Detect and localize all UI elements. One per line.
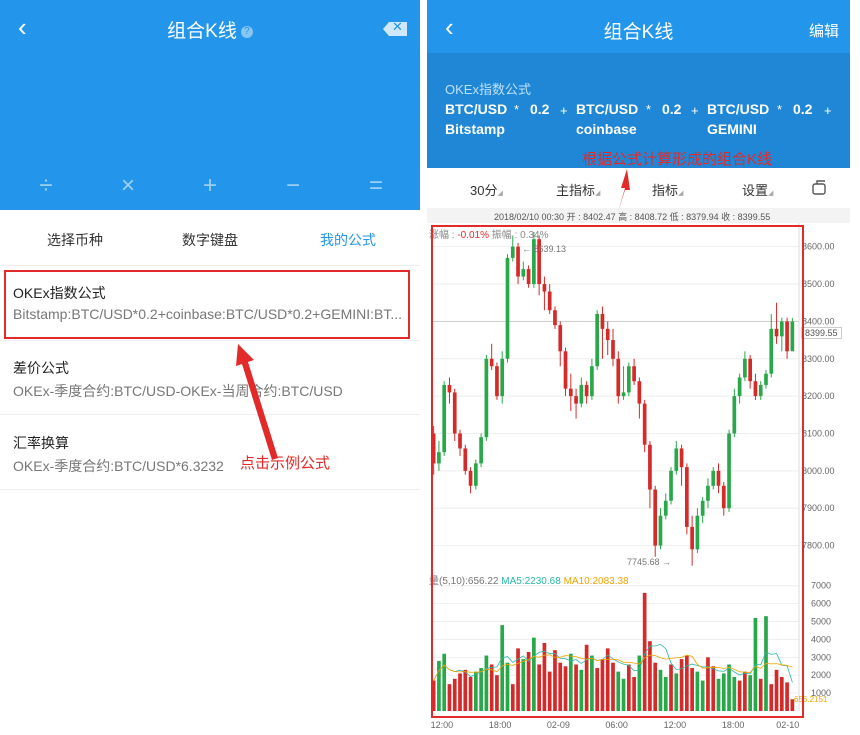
price-axis-label: 8100.00: [802, 428, 835, 438]
divide-key[interactable]: ÷: [26, 172, 66, 200]
annotation-combined-kline: 根据公式计算形成的组合K线: [582, 151, 773, 168]
time-axis-label: 06:00: [605, 720, 628, 730]
tab-bar: 选择币种 数字键盘 我的公式: [0, 210, 420, 266]
multiply-sign: *: [777, 102, 783, 117]
last-price-tag: 8399.55: [801, 327, 842, 339]
price-axis-label: 8600.00: [802, 242, 835, 252]
time-axis-label: 12:00: [664, 720, 687, 730]
settings-selector[interactable]: 设置◢: [742, 180, 773, 199]
time-axis-label: 02-09: [547, 720, 570, 730]
volume-axis-label: 3000: [811, 652, 831, 662]
dropdown-icon: ◢: [497, 190, 503, 197]
multiply-sign: *: [646, 102, 652, 117]
time-axis-label: 12:00: [431, 720, 454, 730]
page-title: 组合K线?: [0, 16, 420, 43]
time-axis-label: 02-10: [776, 720, 799, 730]
settings-label: 设置: [742, 183, 769, 198]
dropdown-icon: ◢: [595, 190, 601, 197]
term-pair: BTC/USD: [576, 101, 639, 117]
price-axis-label: 8000.00: [802, 466, 835, 476]
left-phone-screen: ‹ 组合K线? ✕ ÷ × + − = 选择币种 数字键盘 我的公式 OKEx指…: [0, 0, 420, 735]
tab-my-formulas[interactable]: 我的公式: [278, 230, 418, 250]
formula-item[interactable]: 汇率换算 OKEx-季度合约:BTC/USD*6.3232: [0, 415, 420, 490]
formula-item-title: 差价公式: [13, 360, 69, 376]
time-axis-label: 18:00: [722, 720, 745, 730]
term-source: GEMINI: [707, 121, 757, 137]
formula-item[interactable]: 差价公式 OKEx-季度合约:BTC/USD-OKEx-当周合约:BTC/USD: [0, 340, 420, 415]
dropdown-icon: ◢: [768, 190, 774, 197]
price-axis-label: 8500.00: [802, 279, 835, 289]
edit-button[interactable]: 编辑: [809, 20, 839, 41]
highlight-box: [4, 270, 410, 339]
term-pair: BTC/USD: [707, 101, 770, 117]
help-icon[interactable]: ?: [240, 25, 253, 38]
landscape-icon[interactable]: [810, 178, 828, 196]
dropdown-icon: ◢: [678, 190, 684, 197]
page-title-text: 组合K线: [167, 21, 237, 42]
equals-key[interactable]: =: [356, 172, 396, 200]
term-source: coinbase: [576, 121, 637, 137]
period-selector[interactable]: 30分◢: [470, 180, 503, 199]
formula-item-title: 汇率换算: [13, 435, 69, 451]
multiply-key[interactable]: ×: [108, 172, 148, 200]
indicator-label: 指标: [652, 183, 679, 198]
indicator-selector[interactable]: 指标◢: [652, 180, 683, 199]
annotation-click-example: 点击示例公式: [240, 455, 331, 472]
annotation-arrow: [618, 169, 630, 212]
formula-name: OKEx指数公式: [445, 82, 531, 97]
highlight-box: [431, 225, 804, 718]
price-axis-label: 8400.00: [802, 316, 835, 326]
formula-item-expr: OKEx-季度合约:BTC/USD-OKEx-当周合约:BTC/USD: [13, 383, 343, 399]
main-indicator-label: 主指标: [556, 183, 596, 198]
price-axis-label: 8300.00: [802, 354, 835, 364]
annotation-arrow: [236, 344, 278, 460]
volume-axis-label: 7000: [811, 581, 831, 591]
right-phone-screen: ‹ 组合K线 编辑 OKEx指数公式 BTC/USD Bitstamp * 0.…: [427, 0, 860, 735]
term-weight: 0.2: [530, 101, 550, 117]
term-weight: 0.2: [662, 101, 682, 117]
plus-sign: +: [691, 103, 699, 118]
plus-key[interactable]: +: [190, 172, 230, 200]
volume-axis-label: 6000: [811, 599, 831, 609]
plus-sign: +: [824, 103, 832, 118]
price-axis-label: 8200.00: [802, 391, 835, 401]
period-label: 30分: [470, 183, 498, 198]
formula-item-expr: OKEx-季度合约:BTC/USD*6.3232: [13, 458, 224, 474]
volume-axis-label: 2000: [811, 670, 831, 680]
price-axis-label: 7800.00: [802, 541, 835, 551]
tab-select-coin[interactable]: 选择币种: [5, 230, 145, 250]
main-indicator-selector[interactable]: 主指标◢: [556, 180, 600, 199]
price-axis-label: 7900.00: [802, 503, 835, 513]
multiply-sign: *: [514, 102, 520, 117]
minus-key[interactable]: −: [273, 172, 313, 200]
time-axis-label: 18:00: [489, 720, 512, 730]
plus-sign: +: [560, 103, 568, 118]
volume-axis-label: 4000: [811, 634, 831, 644]
term-source: Bitstamp: [445, 121, 505, 137]
page-title: 组合K线: [603, 22, 674, 43]
volume-axis-label: 5000: [811, 617, 831, 627]
term-weight: 0.2: [793, 101, 813, 117]
header-bar: ‹ 组合K线 编辑: [427, 0, 850, 53]
tab-numeric-keypad[interactable]: 数字键盘: [140, 230, 280, 250]
formula-input-area: ‹ 组合K线? ✕ ÷ × + − =: [0, 0, 420, 210]
term-pair: BTC/USD: [445, 101, 508, 117]
